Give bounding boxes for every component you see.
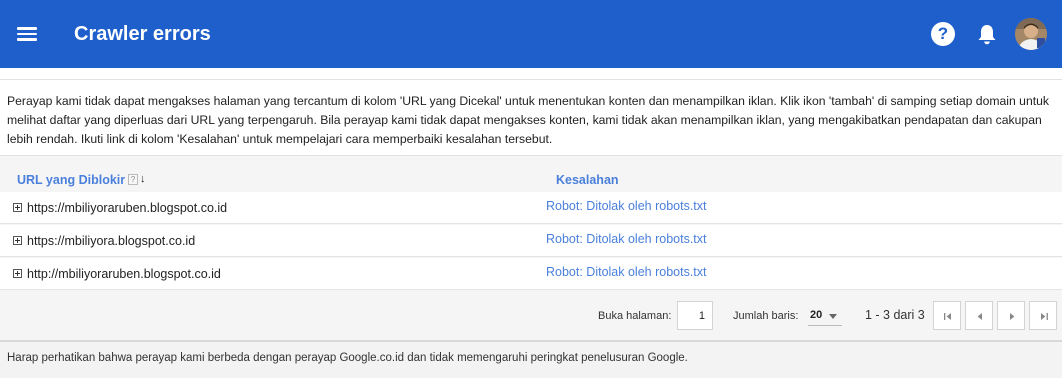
- hamburger-menu-icon[interactable]: [17, 24, 43, 46]
- bell-icon[interactable]: [976, 23, 998, 47]
- expand-icon[interactable]: [13, 203, 22, 212]
- footer-note: Harap perhatikan bahwa perayap kami berb…: [7, 352, 688, 364]
- first-page-button[interactable]: [933, 301, 961, 330]
- sort-descending-icon[interactable]: ↓: [140, 173, 146, 185]
- error-link[interactable]: Robot: Ditolak oleh robots.txt: [546, 264, 707, 280]
- previous-page-icon: [977, 313, 982, 320]
- rows-per-page-label: Jumlah baris:: [733, 310, 799, 322]
- rows-per-page-value: 20: [810, 309, 823, 321]
- last-page-button[interactable]: [1029, 301, 1057, 330]
- column-header-url[interactable]: URL yang Diblokir: [17, 172, 125, 188]
- table-row: http://mbiliyoraruben.blogspot.co.id Rob…: [0, 258, 1062, 290]
- first-page-icon: [944, 313, 951, 320]
- previous-page-button[interactable]: [965, 301, 993, 330]
- last-page-icon: [1041, 313, 1048, 320]
- table-row: https://mbiliyora.blogspot.co.id Robot: …: [0, 225, 1062, 257]
- column-header-error: Kesalahan: [556, 173, 619, 187]
- url-cell: http://mbiliyoraruben.blogspot.co.id: [27, 267, 221, 281]
- avatar[interactable]: [1015, 18, 1047, 50]
- url-cell: https://mbiliyora.blogspot.co.id: [27, 234, 196, 248]
- footer: Harap perhatikan bahwa perayap kami berb…: [0, 342, 1062, 378]
- next-page-button[interactable]: [997, 301, 1025, 330]
- error-link[interactable]: Robot: Ditolak oleh robots.txt: [546, 198, 707, 214]
- app-bar: Crawler errors ?: [0, 0, 1062, 68]
- table-row: https://mbiliyoraruben.blogspot.co.id Ro…: [0, 192, 1062, 224]
- rows-per-page-select[interactable]: 20: [806, 306, 842, 326]
- blocked-urls-table: URL yang Diblokir ? ↓ Kesalahan https://…: [0, 156, 1062, 341]
- expand-icon[interactable]: [13, 269, 22, 278]
- divider: [0, 79, 1062, 80]
- intro-text: Perayap kami tidak dapat mengakses halam…: [7, 94, 1049, 146]
- chevron-down-icon: [829, 314, 837, 319]
- expand-icon[interactable]: [13, 236, 22, 245]
- help-icon[interactable]: ?: [128, 174, 138, 185]
- help-icon[interactable]: ?: [931, 22, 955, 46]
- go-to-page-label: Buka halaman:: [598, 310, 672, 322]
- url-cell: https://mbiliyoraruben.blogspot.co.id: [27, 201, 228, 215]
- page-range-text: 1 - 3 dari 3: [865, 308, 925, 322]
- error-link[interactable]: Robot: Ditolak oleh robots.txt: [546, 231, 707, 247]
- page-number-input[interactable]: [677, 301, 713, 330]
- page-title: Crawler errors: [74, 23, 211, 45]
- next-page-icon: [1010, 313, 1015, 320]
